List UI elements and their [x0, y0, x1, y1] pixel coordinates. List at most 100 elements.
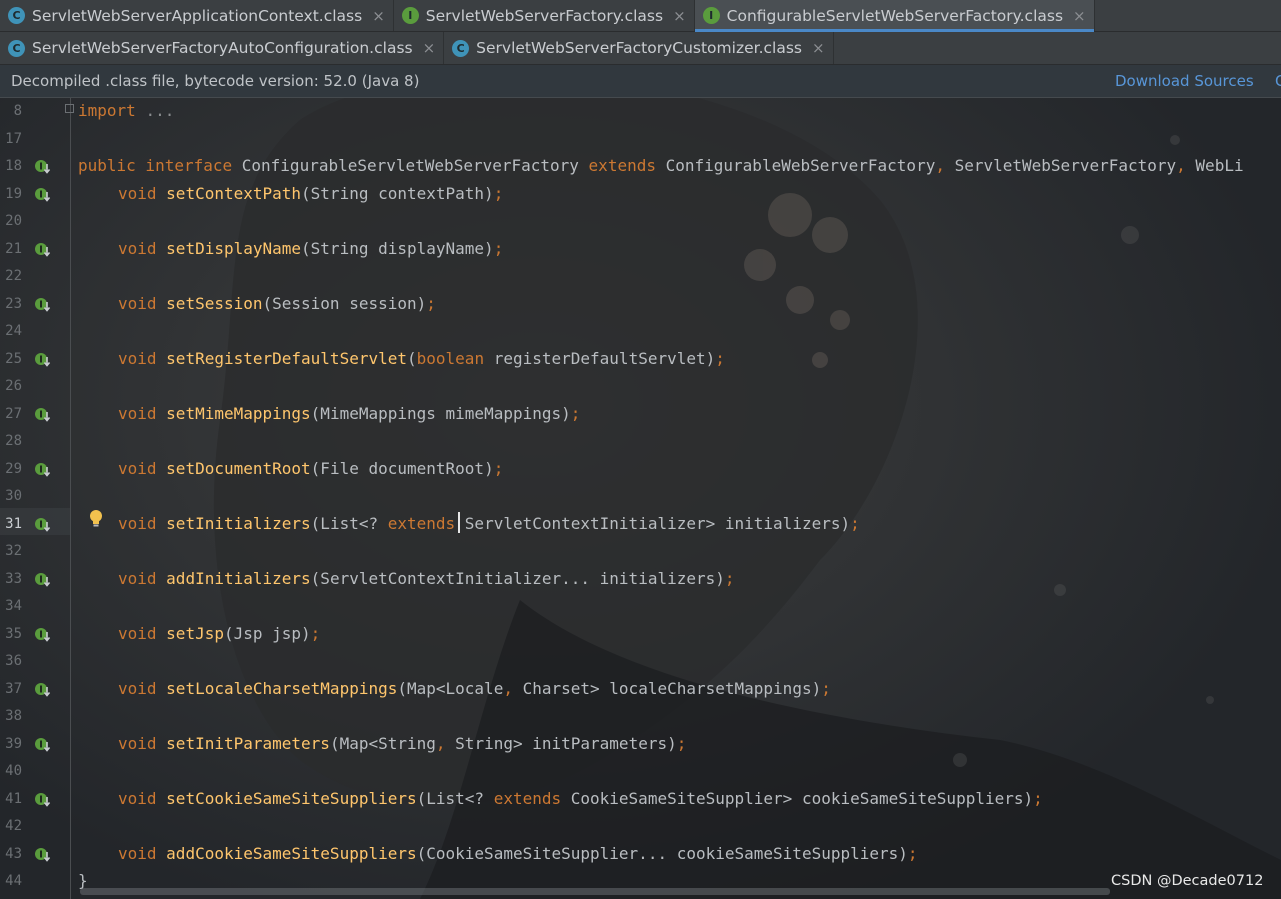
code-token: addCookieSameSiteSuppliers: [166, 843, 417, 863]
download-sources-link[interactable]: Download Sources: [1115, 72, 1254, 90]
editor-tab[interactable]: C ServletWebServerApplicationContext.clas…: [0, 0, 394, 31]
close-icon[interactable]: ×: [673, 7, 686, 25]
code-line[interactable]: 40: [0, 758, 1281, 785]
code-line[interactable]: 8 import ...: [0, 98, 1281, 125]
code-token: (Session session): [262, 293, 427, 313]
class-icon: C: [452, 39, 470, 57]
editor-tab-bar-bottom: C ServletWebServerFactoryAutoConfiguratio…: [0, 32, 1281, 65]
line-number: 40: [5, 763, 22, 779]
close-icon[interactable]: ×: [423, 39, 436, 57]
code-line[interactable]: 35 void setJsp(Jsp jsp);: [0, 621, 1281, 648]
implemented-by-icon[interactable]: [34, 186, 54, 204]
code-token: ServletContextInitializer> initializers): [464, 513, 851, 533]
code-line[interactable]: 17: [0, 126, 1281, 153]
editor-tab[interactable]: C ServletWebServerFactoryAutoConfiguratio…: [0, 32, 445, 64]
code-token: (MimeMappings mimeMappings): [310, 403, 571, 423]
code-line[interactable]: 25 void setRegisterDefaultServlet(boolean…: [0, 346, 1281, 373]
close-icon[interactable]: ×: [372, 7, 385, 25]
code-line[interactable]: 34: [0, 593, 1281, 620]
implemented-by-icon[interactable]: [34, 158, 54, 176]
code-line[interactable]: 26: [0, 373, 1281, 400]
line-number: 26: [5, 378, 22, 394]
code-text: void setMimeMappings(MimeMappings mimeMa…: [118, 404, 580, 423]
implemented-by-icon[interactable]: [34, 241, 54, 259]
implemented-by-icon[interactable]: [34, 626, 54, 644]
implemented-by-icon[interactable]: [34, 846, 54, 864]
code-line[interactable]: 30: [0, 483, 1281, 510]
code-token: ;: [493, 238, 504, 258]
line-number: 25: [5, 350, 22, 367]
fold-toggle-icon[interactable]: [65, 104, 74, 113]
class-icon: C: [8, 39, 25, 57]
implemented-by-icon[interactable]: [34, 351, 54, 369]
editor-tab[interactable]: I ConfigurableServletWebServerFactory.cla…: [694, 0, 1095, 32]
implemented-by-icon[interactable]: [34, 681, 54, 699]
implemented-by-icon[interactable]: [34, 406, 54, 424]
lightbulb-icon[interactable]: [88, 509, 104, 529]
code-token: void: [118, 458, 167, 478]
code-token: ;: [310, 623, 321, 643]
decompiled-info-banner: Decompiled .class file, bytecode version…: [0, 65, 1281, 98]
code-line[interactable]: 28: [0, 428, 1281, 455]
tab-label: ConfigurableServletWebServerFactory.clas…: [726, 6, 1064, 25]
code-text: void setInitializers(List<? extends Serv…: [118, 514, 860, 533]
line-number: 24: [5, 323, 22, 339]
code-token: extends: [387, 513, 465, 533]
code-text: void setContextPath(String contextPath);: [118, 184, 503, 203]
code-line[interactable]: 20: [0, 208, 1281, 235]
code-line[interactable]: 38: [0, 703, 1281, 730]
code-text: void addCookieSameSiteSuppliers(CookieSa…: [118, 844, 918, 863]
code-line[interactable]: 18 public interface ConfigurableServletWe…: [0, 153, 1281, 180]
close-icon[interactable]: ×: [1073, 7, 1086, 25]
code-line[interactable]: 37 void setLocaleCharsetMappings(Map<Loca…: [0, 676, 1281, 703]
code-token: (CookieSameSiteSupplier... cookieSameSit…: [416, 843, 908, 863]
implemented-by-icon[interactable]: [34, 516, 54, 534]
code-line[interactable]: 23 void setSession(Session session);: [0, 291, 1281, 318]
implemented-by-icon[interactable]: [34, 296, 54, 314]
line-number: 31: [5, 515, 22, 532]
code-token: ;: [907, 843, 918, 863]
code-token: (String contextPath): [301, 183, 494, 203]
code-token: void: [118, 348, 167, 368]
banner-action-link[interactable]: C: [1275, 72, 1281, 90]
code-line[interactable]: 41 void setCookieSameSiteSuppliers(List<?…: [0, 786, 1281, 813]
close-icon[interactable]: ×: [812, 39, 825, 57]
code-line[interactable]: 27 void setMimeMappings(MimeMappings mime…: [0, 401, 1281, 428]
code-token: ,: [1176, 156, 1196, 175]
code-editor[interactable]: 8 import ... 17 18 public interface Configur…: [0, 98, 1281, 899]
code-token: (String displayName): [301, 238, 494, 258]
code-text: public interface ConfigurableServletWebS…: [78, 156, 1244, 175]
code-line[interactable]: 22: [0, 263, 1281, 290]
code-token: void: [118, 513, 167, 533]
code-line[interactable]: 42: [0, 813, 1281, 840]
horizontal-scrollbar[interactable]: [80, 888, 1110, 895]
line-number: 27: [5, 405, 22, 422]
line-number: 32: [5, 543, 22, 559]
code-line[interactable]: 24: [0, 318, 1281, 345]
code-token: void: [118, 623, 167, 643]
implemented-by-icon[interactable]: [34, 791, 54, 809]
editor-tab[interactable]: C ServletWebServerFactoryCustomizer.class…: [444, 32, 834, 64]
tab-label: ServletWebServerFactoryAutoConfiguration…: [32, 39, 413, 57]
code-line[interactable]: 21 void setDisplayName(String displayName…: [0, 236, 1281, 263]
implemented-by-icon[interactable]: [34, 571, 54, 589]
code-text: void setJsp(Jsp jsp);: [118, 624, 320, 643]
implemented-by-icon[interactable]: [34, 736, 54, 754]
code-token: extends: [493, 788, 571, 808]
line-number: 8: [13, 103, 22, 119]
implemented-by-icon[interactable]: [34, 461, 54, 479]
line-number: 36: [5, 653, 22, 669]
code-line[interactable]: 29 void setDocumentRoot(File documentRoot…: [0, 456, 1281, 483]
code-line[interactable]: 43 void addCookieSameSiteSuppliers(Cookie…: [0, 841, 1281, 868]
code-line[interactable]: 31 void setInitializers(List<? extends Se…: [0, 511, 1281, 538]
code-line[interactable]: 19 void setContextPath(String contextPath…: [0, 181, 1281, 208]
code-token: ;: [821, 678, 831, 698]
code-line[interactable]: 32: [0, 538, 1281, 565]
editor-tab[interactable]: I ServletWebServerFactory.class ×: [394, 0, 695, 31]
code-token: ...: [145, 101, 175, 120]
code-token: ;: [493, 183, 504, 203]
code-line[interactable]: 33 void addInitializers(ServletContextIni…: [0, 566, 1281, 593]
code-line[interactable]: 39 void setInitParameters(Map<String, Str…: [0, 731, 1281, 758]
code-line[interactable]: 36: [0, 648, 1281, 675]
